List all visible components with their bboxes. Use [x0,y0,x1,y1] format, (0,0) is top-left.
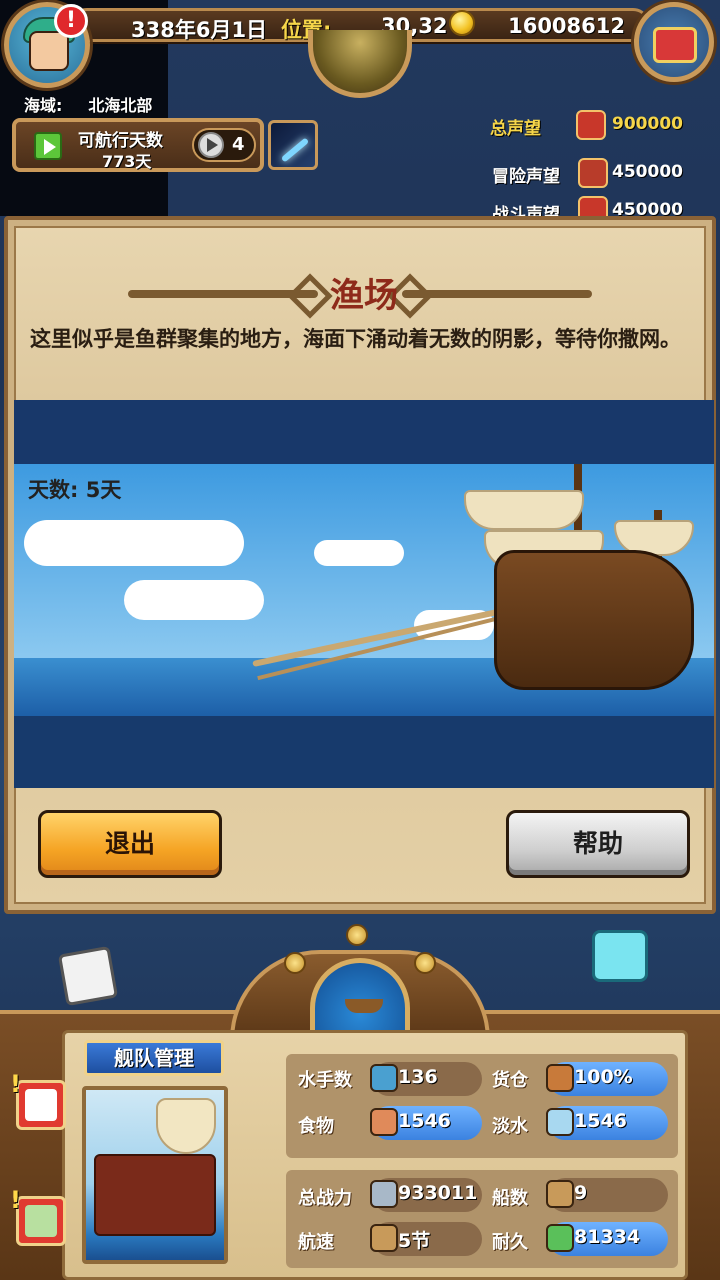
adventure-reputation-value: 450000 [612,162,683,182]
ship-icon [546,1180,574,1208]
cargo-label: 货仓 [492,1070,528,1091]
ships-value: 9 [574,1182,588,1204]
durability-value: 81334 [574,1226,641,1248]
scene-deep-water [14,716,714,788]
dialog-title: 渔场 [330,276,398,316]
decor-knob [346,924,368,946]
meat-icon [370,1108,398,1136]
total-reputation-label: 总声望 [490,119,541,139]
decor-knob [284,952,306,974]
food-value: 1546 [398,1110,451,1132]
fishing-scene-image: 天数: 5天 [14,400,714,788]
speed-badge-value: 4 [232,134,245,155]
region-info: 海域: 北海北部 [24,92,152,116]
sailing-days-value: 773天 [102,152,152,171]
fleet-management-banner[interactable]: 舰队管理 [84,1040,224,1076]
durability-label: 耐久 [492,1232,528,1253]
white-cube-mascot-icon[interactable] [57,945,119,1007]
compass-arrow-icon [198,132,224,158]
cargo-value: 100% [574,1066,633,1088]
total-reputation-icon [576,110,606,140]
adventure-reputation-label: 冒险声望 [492,167,560,187]
sailor-icon [370,1064,398,1092]
portrait-sail [156,1098,216,1154]
region-value: 北海北部 [88,96,153,115]
sailors-label: 水手数 [298,1070,352,1091]
water-label: 淡水 [492,1116,528,1137]
exit-button[interactable]: 退出 [38,810,222,878]
crossed-swords-icon [370,1180,398,1208]
ships-label: 船数 [492,1188,528,1209]
avatar-face [29,31,69,71]
fishing-ground-dialog: 渔场 这里似乎是鱼群聚集的地方，海面下涌动着无数的阴影，等待你撒网。 天数: 5… [4,216,716,914]
notice-mark-icon: ! [10,1186,21,1214]
sailor-icon [25,1089,57,1121]
days-counter: 天数: 5天 [28,478,122,502]
cloud [124,580,264,620]
notice-mark-icon: ! [10,1070,21,1098]
sailboat-icon [370,1224,398,1252]
power-label: 总战力 [298,1188,352,1209]
sailing-days-panel[interactable]: 可航行天数 773天 4 [12,118,264,172]
repair-ship-icon [546,1224,574,1252]
food-label: 食物 [298,1116,334,1137]
play-icon[interactable] [34,132,62,160]
sailors-value: 136 [398,1066,438,1088]
speed-value: 5节 [398,1230,431,1252]
ship-sail [464,490,584,530]
dialog-description: 这里似乎是鱼群聚集的地方，海面下涌动着无数的阴影，等待你撒网。 [30,327,681,351]
treasure-chest-icon[interactable] [634,2,714,82]
island-icon [25,1205,57,1237]
crate-icon [546,1064,574,1092]
cloud [314,540,404,566]
speed-badge[interactable]: 4 [192,128,256,162]
help-button[interactable]: 帮助 [506,810,690,878]
power-value: 933011 [398,1182,478,1204]
gold-coin-icon [449,10,475,36]
water-value: 1546 [574,1110,627,1132]
alert-badge-icon[interactable]: ! [54,4,88,38]
decor-knob [414,952,436,974]
cloud [24,520,244,566]
total-reputation-value: 900000 [612,114,683,134]
portrait-hull [94,1154,216,1236]
gold-amount: 16008612 [508,14,625,38]
speed-label: 航速 [298,1232,334,1253]
galleon-ship [494,550,694,690]
game-date: 338年6月1日 [131,18,268,42]
adventure-reputation-icon [578,158,608,188]
cyan-cat-mascot-icon[interactable] [592,930,648,982]
flagship-portrait[interactable] [82,1086,228,1264]
water-jug-icon [546,1108,574,1136]
region-label: 海域: [24,96,63,115]
comet-skill-icon[interactable] [268,120,318,170]
chest-box [653,27,697,63]
